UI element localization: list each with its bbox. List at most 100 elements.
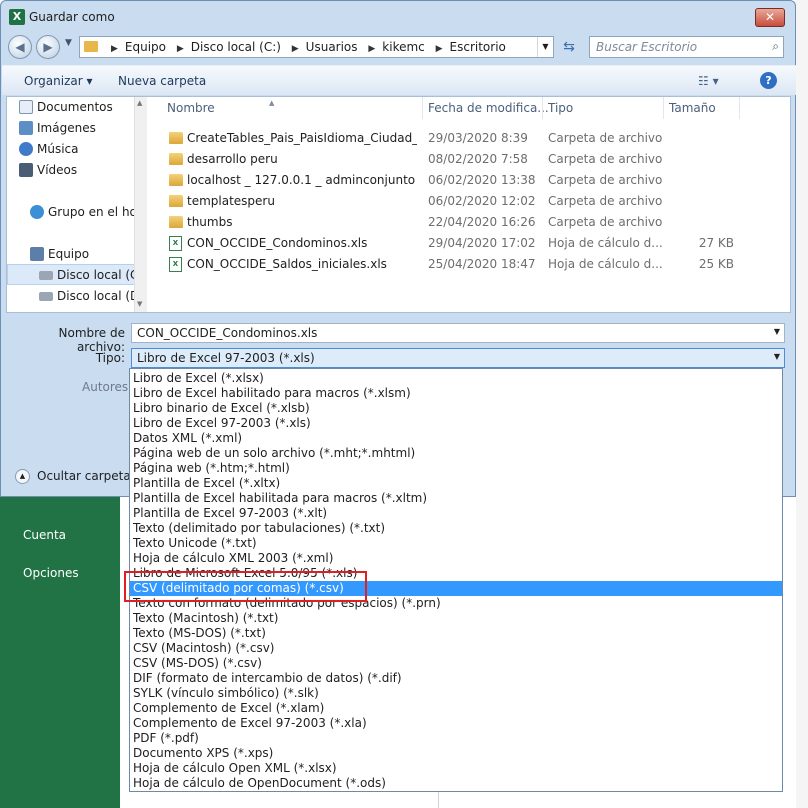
nav-scrollbar[interactable]: ▲ ▼ (134, 97, 147, 312)
recent-locations-dropdown[interactable]: ▼ (65, 38, 72, 48)
column-divider[interactable] (422, 97, 423, 119)
dropdown-option[interactable]: SYLK (vínculo simbólico) (*.slk) (130, 686, 782, 701)
dropdown-option[interactable]: Texto (MS-DOS) (*.txt) (130, 626, 782, 641)
breadcrumb-user[interactable]: kikemc (382, 40, 424, 54)
dropdown-option[interactable]: Texto Unicode (*.txt) (130, 536, 782, 551)
table-row[interactable]: CreateTables_Pais_PaisIdioma_Ciudad_M...… (149, 128, 790, 149)
dropdown-option[interactable]: PDF (*.pdf) (130, 731, 782, 746)
dropdown-option[interactable]: CSV (Macintosh) (*.csv) (130, 641, 782, 656)
column-header-name[interactable]: Nombre ▲ (167, 99, 274, 115)
breadcrumb-users[interactable]: Usuarios (306, 40, 358, 54)
file-type: Carpeta de archivos (548, 215, 663, 229)
scroll-down-icon[interactable]: ▼ (137, 300, 142, 308)
column-divider[interactable] (542, 97, 543, 119)
nav-item-documents[interactable]: Documentos (19, 97, 113, 117)
scroll-up-icon[interactable]: ▲ (137, 99, 142, 107)
filename-input[interactable]: CON_OCCIDE_Condominos.xls ▼ (131, 323, 785, 343)
column-header-size[interactable]: Tamaño (669, 101, 716, 115)
file-name: desarrollo peru (187, 152, 278, 166)
search-input[interactable]: Buscar Escritorio ⌕ (589, 36, 784, 58)
excel-file-icon: X (169, 236, 182, 251)
table-row[interactable]: templatesperu 06/02/2020 12:02 Carpeta d… (149, 191, 790, 212)
dropdown-option[interactable]: Complemento de Excel (*.xlam) (130, 701, 782, 716)
nav-item-pictures[interactable]: Imágenes (19, 118, 96, 138)
dropdown-option[interactable]: Hoja de cálculo XML 2003 (*.xml) (130, 551, 782, 566)
change-view-icon[interactable]: ☷ ▾ (698, 74, 719, 88)
window-title: Guardar como (29, 10, 115, 24)
breadcrumb-chevron-icon[interactable]: ▶ (292, 44, 299, 54)
nav-item-drive-d[interactable]: Disco local (D (39, 286, 139, 306)
organize-button[interactable]: Organizar ▾ (24, 74, 93, 88)
backstage-item-account[interactable]: Cuenta (23, 528, 66, 542)
breadcrumb-desktop[interactable]: Escritorio (450, 40, 506, 54)
search-icon[interactable]: ⌕ (772, 39, 779, 54)
table-row[interactable]: X CON_OCCIDE_Saldos_iniciales.xls 25/04/… (149, 254, 790, 275)
column-header-date[interactable]: Fecha de modifica... (428, 101, 549, 115)
dropdown-option[interactable]: DIF (formato de intercambio de datos) (*… (130, 671, 782, 686)
column-divider[interactable] (739, 97, 740, 119)
hide-folders-button[interactable]: ▲ Ocultar carpetas (15, 469, 137, 484)
sort-ascending-icon: ▲ (269, 99, 275, 107)
excel-file-icon: X (169, 257, 182, 272)
dropdown-option[interactable]: Plantilla de Excel (*.xltx) (130, 476, 782, 491)
dropdown-option[interactable]: Hoja de cálculo de OpenDocument (*.ods) (130, 776, 782, 791)
nav-label: Vídeos (37, 163, 78, 177)
table-row[interactable]: localhost _ 127.0.0.1 _ adminconjunto _ … (149, 170, 790, 191)
chevron-down-icon[interactable]: ▼ (774, 352, 780, 361)
dropdown-option[interactable]: Libro de Excel 97-2003 (*.xls) (130, 416, 782, 431)
address-bar[interactable]: ▶ Equipo ▶ Disco local (C:) ▶ Usuarios ▶ kik… (79, 36, 554, 58)
file-date: 08/02/2020 7:58 (428, 152, 528, 166)
nav-item-homegroup[interactable]: Grupo en el hog (30, 202, 145, 222)
nav-label: Música (37, 142, 79, 156)
dropdown-option[interactable]: Libro de Excel (*.xlsx) (130, 371, 782, 386)
dropdown-option[interactable]: Documento XPS (*.xps) (130, 746, 782, 761)
new-folder-button[interactable]: Nueva carpeta (118, 74, 206, 88)
dropdown-option[interactable]: Plantilla de Excel habilitada para macro… (130, 491, 782, 506)
close-button[interactable]: ✕ (755, 8, 785, 27)
dropdown-option[interactable]: Hoja de cálculo Open XML (*.xlsx) (130, 761, 782, 776)
breadcrumb-drive-c[interactable]: Disco local (C:) (191, 40, 281, 54)
dropdown-option[interactable]: Libro de Excel habilitado para macros (*… (130, 386, 782, 401)
chevron-down-icon[interactable]: ▼ (774, 327, 780, 336)
breadcrumb-chevron-icon[interactable]: ▶ (177, 44, 184, 54)
dropdown-option[interactable]: Complemento de Excel 97-2003 (*.xla) (130, 716, 782, 731)
column-header-type[interactable]: Tipo (548, 101, 573, 115)
address-dropdown-arrow[interactable]: ▼ (537, 37, 553, 57)
file-type-select[interactable]: Libro de Excel 97-2003 (*.xls) ▼ (131, 348, 785, 368)
dropdown-option[interactable]: Texto (delimitado por tabulaciones) (*.t… (130, 521, 782, 536)
dropdown-option[interactable]: Texto (Macintosh) (*.txt) (130, 611, 782, 626)
table-row[interactable]: X CON_OCCIDE_Condominos.xls 29/04/2020 1… (149, 233, 790, 254)
dropdown-option[interactable]: CSV (MS-DOS) (*.csv) (130, 656, 782, 671)
computer-icon (30, 247, 44, 261)
dropdown-option[interactable]: Datos XML (*.xml) (130, 431, 782, 446)
navigation-pane: Documentos Imágenes Música Vídeos Grupo … (7, 97, 147, 312)
nav-label: Documentos (37, 100, 113, 114)
nav-item-drive-c[interactable]: Disco local (C (39, 265, 138, 285)
back-button[interactable]: ◀ (8, 35, 32, 59)
breadcrumb-chevron-icon[interactable]: ▶ (436, 44, 443, 54)
refresh-icon[interactable]: ⇆ (559, 36, 579, 58)
nav-item-music[interactable]: Música (19, 139, 79, 159)
nav-item-videos[interactable]: Vídeos (19, 160, 78, 180)
filename-value: CON_OCCIDE_Condominos.xls (137, 326, 318, 340)
backstage-item-options[interactable]: Opciones (23, 566, 79, 580)
nav-item-computer[interactable]: Equipo (30, 244, 90, 264)
nav-label: Equipo (48, 247, 90, 261)
background-window-edge (796, 0, 808, 808)
table-row[interactable]: desarrollo peru 08/02/2020 7:58 Carpeta … (149, 149, 790, 170)
file-type: Hoja de cálculo d... (548, 236, 663, 250)
folder-icon (84, 41, 98, 52)
dropdown-option[interactable]: Libro binario de Excel (*.xlsb) (130, 401, 782, 416)
dropdown-option[interactable]: Plantilla de Excel 97-2003 (*.xlt) (130, 506, 782, 521)
file-type: Carpeta de archivos (548, 194, 663, 208)
help-icon[interactable]: ? (760, 72, 777, 89)
file-date: 06/02/2020 12:02 (428, 194, 536, 208)
command-toolbar: Organizar ▾ Nueva carpeta ☷ ▾ ? (2, 65, 796, 95)
column-divider[interactable] (663, 97, 664, 119)
breadcrumb-chevron-icon[interactable]: ▶ (368, 44, 375, 54)
forward-button[interactable]: ▶ (36, 35, 60, 59)
dropdown-option[interactable]: Página web (*.htm;*.html) (130, 461, 782, 476)
table-row[interactable]: thumbs 22/04/2020 16:26 Carpeta de archi… (149, 212, 790, 233)
breadcrumb-computer[interactable]: Equipo (125, 40, 166, 54)
dropdown-option[interactable]: Página web de un solo archivo (*.mht;*.m… (130, 446, 782, 461)
